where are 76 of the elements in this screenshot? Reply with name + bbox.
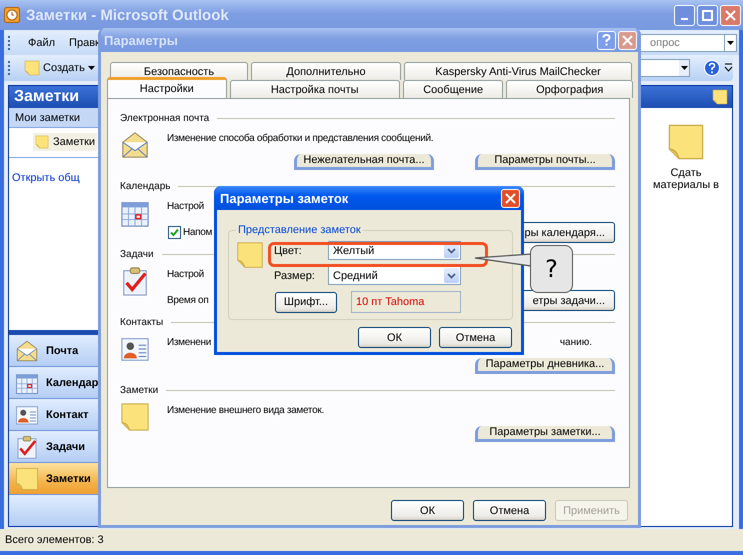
caret-icon [727, 40, 734, 44]
description-text: Настрой [167, 200, 204, 212]
dialog-button[interactable]: ОК [391, 500, 464, 521]
font-preview: 10 пт Tahoma [350, 291, 461, 313]
close-icon [725, 10, 736, 20]
close-icon [505, 192, 516, 204]
settings-button[interactable]: Параметры дневника... [475, 358, 615, 374]
caret-icon [88, 66, 95, 70]
description-text: Изменение способа обработки и представления сообщений. [167, 132, 434, 144]
section-title: Задачи [120, 248, 154, 260]
dialog-button[interactable]: ОК [358, 327, 431, 348]
section-title: Заметки [120, 384, 158, 396]
status-text: Всего элементов: 3 [5, 534, 104, 546]
folder-item[interactable]: Заметки [33, 133, 98, 151]
dialog-button[interactable]: Отмена [439, 327, 512, 348]
new-button[interactable]: Создать [21, 59, 98, 77]
close-icon [622, 34, 633, 46]
settings-button[interactable]: Параметры заметки... [475, 426, 615, 442]
description-text: Изменени [167, 336, 212, 348]
help-button[interactable] [597, 30, 616, 50]
sticky-note-icon [667, 123, 705, 161]
envelope-icon [120, 130, 150, 160]
shared-notes-link[interactable]: Открыть общ [12, 172, 80, 184]
tab[interactable]: Орфография [506, 80, 633, 98]
close-button[interactable] [618, 30, 637, 50]
checkbox-label: Напом [183, 227, 212, 238]
question-mark-icon [602, 34, 611, 46]
dialog-button[interactable]: Отмена [473, 500, 546, 521]
toolbar-options-icon[interactable] [724, 63, 733, 73]
description-text: Время оп [167, 295, 208, 306]
envelope-icon [15, 338, 39, 362]
maximize-icon [702, 10, 713, 20]
sticky-note-icon [712, 89, 728, 105]
app-icon [4, 7, 20, 23]
menu-item[interactable]: Файл [21, 36, 62, 48]
dialog-title: Параметры заметок [220, 190, 350, 206]
tab[interactable]: Сообщение [402, 80, 504, 98]
checkmark-clipboard-icon [15, 434, 39, 458]
sticky-note-icon [24, 60, 40, 76]
chevron-down-icon [447, 272, 456, 278]
section-title: Контакты [120, 316, 164, 328]
section-title: Календарь [120, 180, 170, 192]
group-title: Представление заметок [237, 224, 362, 236]
chevron-down-icon [447, 248, 456, 254]
settings-button[interactable]: Нежелательная почта... [294, 154, 434, 170]
minimize-icon [681, 18, 688, 20]
field-label: Цвет: [273, 244, 303, 256]
field-label: Размер: [273, 270, 316, 282]
window-title: Заметки - Microsoft Outlook [26, 6, 230, 24]
tab[interactable]: Kaspersky Anti-Virus MailChecker [404, 62, 632, 80]
sticky-note-icon [236, 241, 264, 269]
minimize-button[interactable] [674, 4, 695, 26]
tab[interactable]: Настройки [107, 77, 227, 98]
checkbox[interactable] [168, 226, 181, 239]
sticky-note-icon [35, 135, 49, 149]
size-dropdown[interactable]: Средний [328, 266, 461, 285]
description-text: чанию. [560, 336, 592, 348]
sticky-note-icon [15, 466, 39, 490]
callout-bubble: ? [530, 245, 573, 293]
settings-button[interactable]: Параметры почты... [475, 154, 615, 170]
tab[interactable]: Настройка почты [230, 80, 400, 98]
font-button[interactable]: Шрифт... [275, 292, 337, 312]
section-title: Электронная почта [120, 112, 210, 124]
maximize-button[interactable] [697, 4, 718, 26]
tab[interactable]: Дополнительно [251, 62, 401, 80]
description-text: Настрой [167, 268, 204, 280]
note-item[interactable]: Сдать материалы в [650, 123, 722, 193]
help-icon[interactable] [704, 60, 720, 76]
description-text: Изменение внешнего вида заметок. [167, 404, 324, 416]
close-button[interactable] [501, 188, 520, 208]
combo-box[interactable] [640, 59, 690, 77]
callout-pointer [474, 253, 532, 269]
dialog-title: Параметры [104, 32, 179, 48]
caret-icon [680, 66, 688, 70]
sticky-note-icon [120, 402, 150, 432]
close-button[interactable] [720, 4, 741, 26]
